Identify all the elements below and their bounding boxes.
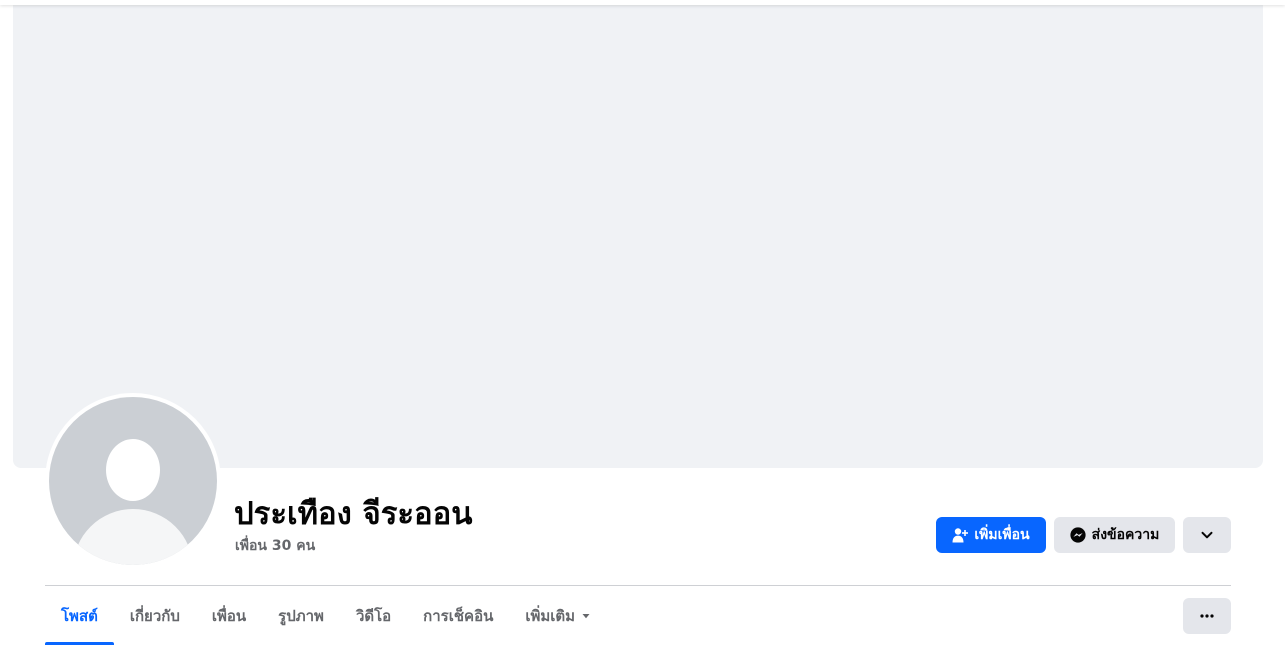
add-friend-button[interactable]: เพิ่มเพื่อน	[936, 517, 1046, 553]
tab-more[interactable]: เพิ่มเติม	[509, 586, 607, 645]
cover-photo[interactable]	[13, 0, 1263, 468]
messenger-icon	[1070, 527, 1086, 543]
profile-options-dropdown-button[interactable]	[1183, 517, 1231, 553]
person-add-icon	[952, 527, 969, 543]
profile-tabs: โพสต์ เกี่ยวกับ เพื่อน รูปภาพ วิดีโอ การ…	[45, 586, 607, 645]
send-message-label: ส่งข้อความ	[1091, 527, 1160, 543]
tab-label: การเช็คอิน	[423, 606, 494, 625]
tab-photos[interactable]: รูปภาพ	[262, 586, 340, 645]
more-horizontal-icon	[1200, 614, 1214, 618]
tab-label: เพิ่มเติม	[525, 606, 576, 625]
avatar-head-shape	[106, 439, 160, 501]
friends-count-link[interactable]: เพื่อน 30 คน	[235, 535, 315, 557]
add-friend-label: เพิ่มเพื่อน	[974, 527, 1030, 543]
tab-check-ins[interactable]: การเช็คอิน	[407, 586, 509, 645]
tab-videos[interactable]: วิดีโอ	[340, 586, 407, 645]
tab-label: เกี่ยวกับ	[129, 606, 180, 625]
tab-label: โพสต์	[61, 606, 98, 625]
tab-label: วิดีโอ	[355, 606, 392, 625]
caret-down-icon	[581, 611, 591, 621]
tab-label: รูปภาพ	[278, 606, 324, 625]
tab-options-button[interactable]	[1183, 598, 1231, 634]
profile-name: ประเทือง จีระออน	[234, 496, 473, 532]
tab-friends[interactable]: เพื่อน	[196, 586, 262, 645]
profile-picture[interactable]	[45, 393, 221, 569]
avatar-body-shape	[73, 509, 193, 565]
tab-posts[interactable]: โพสต์	[45, 586, 114, 645]
tab-label: เพื่อน	[211, 606, 247, 625]
tab-about[interactable]: เกี่ยวกับ	[114, 586, 196, 645]
default-avatar-silhouette	[49, 397, 217, 565]
chevron-down-icon	[1201, 529, 1213, 541]
top-navigation-bar	[0, 0, 1285, 5]
send-message-button[interactable]: ส่งข้อความ	[1054, 517, 1175, 553]
